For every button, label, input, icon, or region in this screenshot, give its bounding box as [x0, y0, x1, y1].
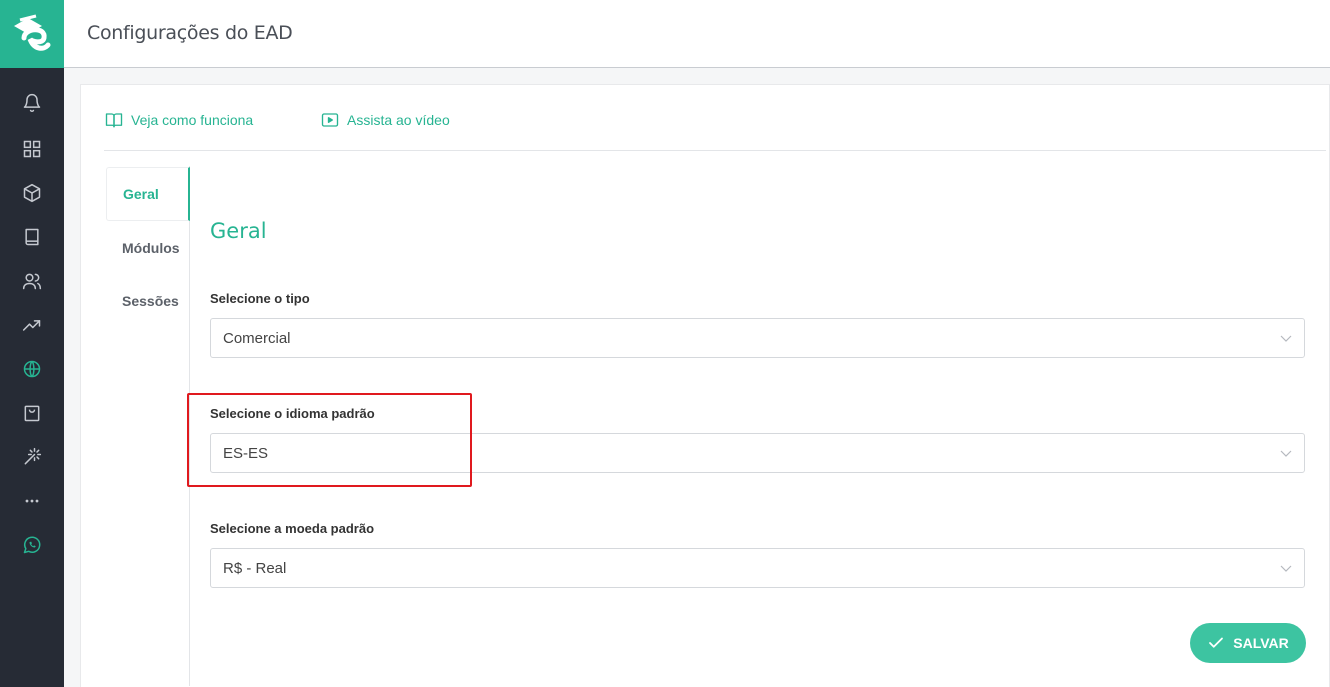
open-book-icon	[105, 113, 123, 128]
logo[interactable]	[0, 0, 64, 68]
type-label: Selecione o tipo	[210, 291, 310, 306]
how-it-works-link[interactable]: Veja como funciona	[105, 111, 253, 129]
settings-card: Veja como funciona Assista ao vídeo Gera…	[80, 84, 1330, 687]
nav-whatsapp[interactable]	[0, 523, 64, 567]
language-label: Selecione o idioma padrão	[210, 406, 375, 421]
nav-courses[interactable]	[0, 215, 64, 259]
currency-value: R$ - Real	[223, 559, 287, 577]
save-button[interactable]: SALVAR	[1190, 623, 1306, 663]
sidebar	[0, 0, 64, 687]
nav-ead-settings[interactable]	[0, 347, 64, 391]
nav-automations[interactable]	[0, 435, 64, 479]
video-play-icon	[321, 113, 339, 127]
users-icon	[22, 273, 42, 290]
chevron-down-icon	[1280, 450, 1292, 457]
more-icon	[25, 499, 39, 503]
shopping-bag-icon	[24, 405, 40, 422]
logo-icon	[14, 14, 51, 51]
cube-icon	[23, 183, 41, 203]
globe-icon	[23, 360, 41, 378]
nav-more[interactable]	[0, 479, 64, 523]
watch-video-link[interactable]: Assista ao vídeo	[321, 111, 450, 129]
tab-modulos[interactable]: Módulos	[106, 221, 190, 275]
trending-up-icon	[22, 320, 41, 331]
magic-wand-icon	[24, 447, 42, 465]
grid-icon	[23, 140, 41, 158]
page-title: Configurações do EAD	[87, 22, 293, 44]
whatsapp-icon	[23, 536, 41, 554]
top-header: Configurações do EAD	[64, 0, 1330, 68]
nav-users[interactable]	[0, 259, 64, 303]
nav-dashboard[interactable]	[0, 127, 64, 171]
divider	[104, 150, 1326, 151]
book-icon	[25, 228, 39, 246]
nav-products[interactable]	[0, 171, 64, 215]
currency-select[interactable]: R$ - Real	[210, 548, 1305, 588]
nav-notifications[interactable]	[0, 81, 64, 125]
tab-sessoes[interactable]: Sessões	[106, 274, 190, 328]
section-title: Geral	[210, 219, 267, 243]
bell-icon	[23, 93, 41, 113]
nav-reports[interactable]	[0, 303, 64, 347]
language-select[interactable]: ES-ES	[210, 433, 1305, 473]
currency-label: Selecione a moeda padrão	[210, 521, 375, 536]
type-select[interactable]: Comercial	[210, 318, 1305, 358]
how-it-works-label: Veja como funciona	[131, 112, 254, 128]
check-icon	[1209, 637, 1224, 648]
type-value: Comercial	[223, 329, 291, 347]
watch-video-label: Assista ao vídeo	[347, 112, 450, 128]
save-label: SALVAR	[1233, 635, 1289, 651]
chevron-down-icon	[1280, 565, 1292, 572]
chevron-down-icon	[1280, 335, 1292, 342]
language-value: ES-ES	[223, 444, 269, 462]
tab-geral[interactable]: Geral	[106, 167, 190, 221]
nav-store[interactable]	[0, 391, 64, 435]
